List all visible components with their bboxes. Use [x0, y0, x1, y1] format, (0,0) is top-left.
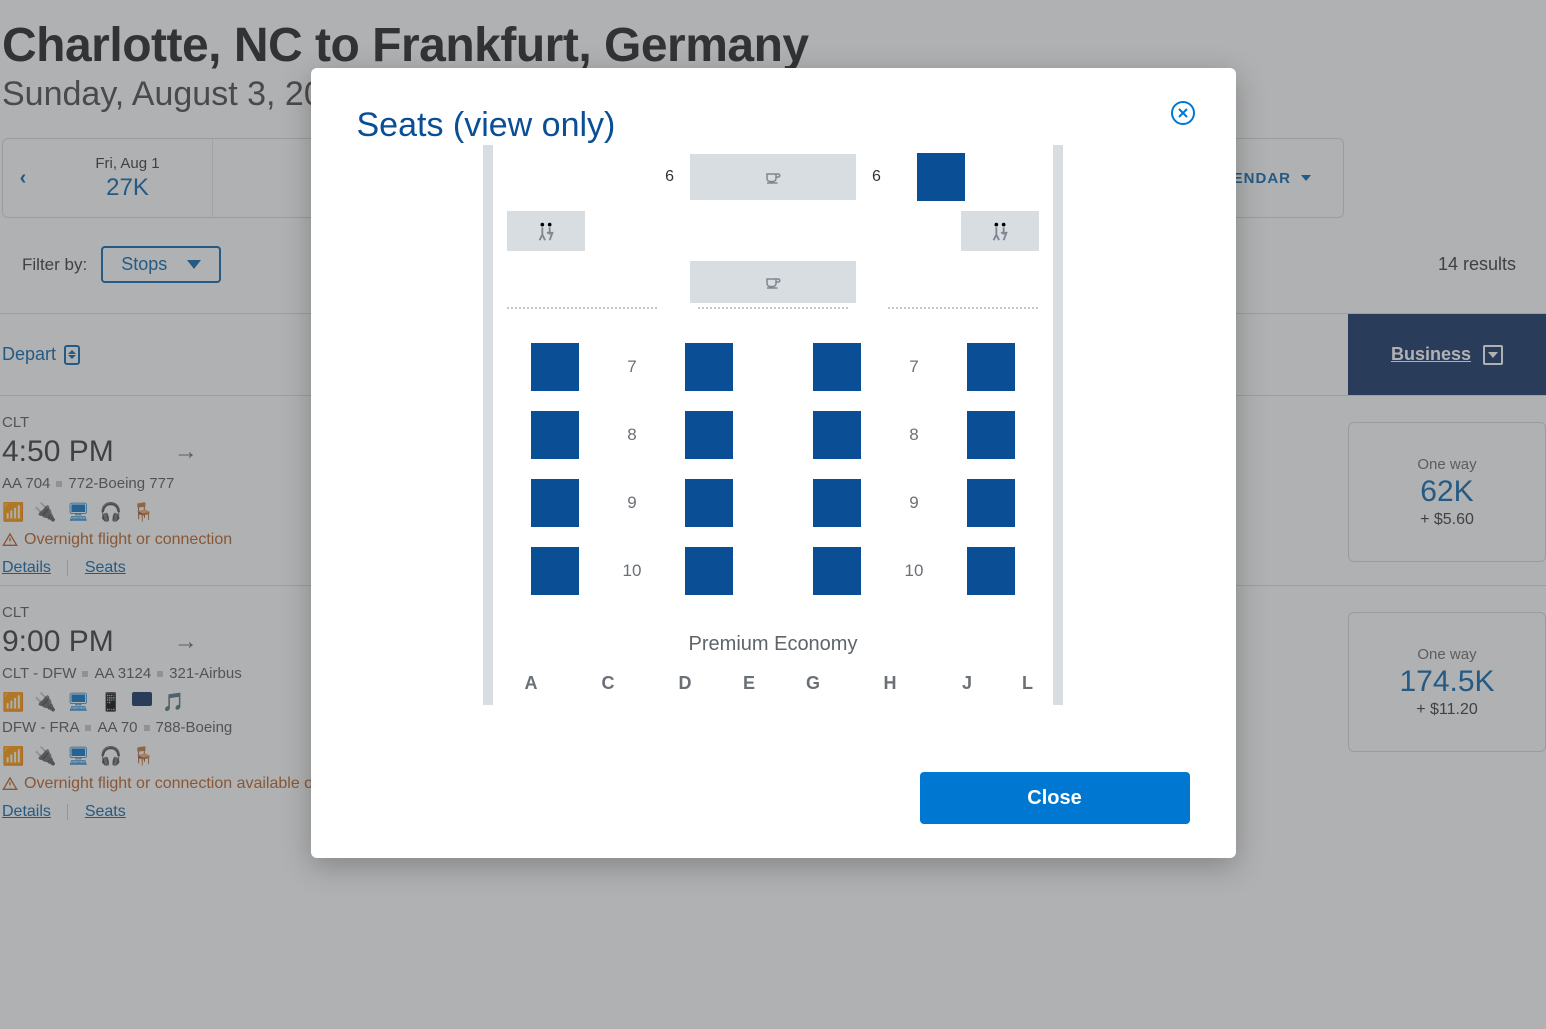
seat-unavailable — [813, 343, 861, 391]
bulkhead — [507, 307, 1039, 309]
col-letter: L — [1022, 673, 1033, 694]
lavatory-icon — [507, 211, 585, 251]
seat-unavailable — [813, 479, 861, 527]
row-number: 8 — [619, 425, 645, 445]
seat-unavailable — [917, 153, 965, 201]
galley-icon — [690, 154, 856, 200]
seat-unavailable — [967, 547, 1015, 595]
row-number: 9 — [901, 493, 927, 513]
seat-row: 9 9 — [507, 479, 1039, 527]
lavatory-row — [507, 211, 1039, 251]
close-icon[interactable] — [1170, 100, 1196, 126]
col-letter: J — [943, 673, 991, 694]
seat-unavailable — [685, 343, 733, 391]
galley-icon — [690, 261, 856, 303]
col-letter: H — [877, 673, 903, 694]
seat-row: 8 8 — [507, 411, 1039, 459]
seat-map: 6 6 — [357, 145, 1190, 760]
seat-unavailable — [967, 343, 1015, 391]
seat-unavailable — [531, 411, 579, 459]
column-letters: A C D E G H J — [507, 673, 1039, 694]
seat-unavailable — [967, 411, 1015, 459]
row-number: 7 — [619, 357, 645, 377]
seat-unavailable — [685, 479, 733, 527]
col-letter: C — [595, 673, 621, 694]
seat-unavailable — [531, 547, 579, 595]
row-number: 9 — [619, 493, 645, 513]
col-letter: E — [725, 673, 773, 694]
seat-unavailable — [813, 411, 861, 459]
fuselage-wall — [483, 145, 493, 705]
seat-unavailable — [813, 547, 861, 595]
seat-map-modal: Seats (view only) 6 6 — [311, 68, 1236, 858]
row-number: 7 — [901, 357, 927, 377]
row-number: 10 — [901, 561, 927, 581]
cabin-label: Premium Economy — [483, 633, 1063, 656]
col-letter: A — [507, 673, 555, 694]
seat-unavailable — [967, 479, 1015, 527]
col-letter: G — [789, 673, 837, 694]
row-number: 6 — [665, 168, 674, 186]
seat-unavailable — [531, 479, 579, 527]
seat-row: 7 7 — [507, 343, 1039, 391]
row-number: 10 — [619, 561, 645, 581]
lavatory-icon — [961, 211, 1039, 251]
col-letter: D — [661, 673, 709, 694]
close-button[interactable]: Close — [920, 772, 1190, 824]
modal-title: Seats (view only) — [357, 106, 1190, 145]
row-number: 8 — [901, 425, 927, 445]
premium-economy-rows: 7 7 8 — [507, 343, 1039, 595]
seat-unavailable — [685, 547, 733, 595]
seat-unavailable — [531, 343, 579, 391]
seat-unavailable — [685, 411, 733, 459]
seat-row-6: 6 6 — [507, 153, 1039, 201]
seat-row: 10 10 — [507, 547, 1039, 595]
modal-overlay[interactable]: Seats (view only) 6 6 — [0, 0, 1546, 1029]
row-number: 6 — [872, 168, 881, 186]
fuselage-wall — [1053, 145, 1063, 705]
